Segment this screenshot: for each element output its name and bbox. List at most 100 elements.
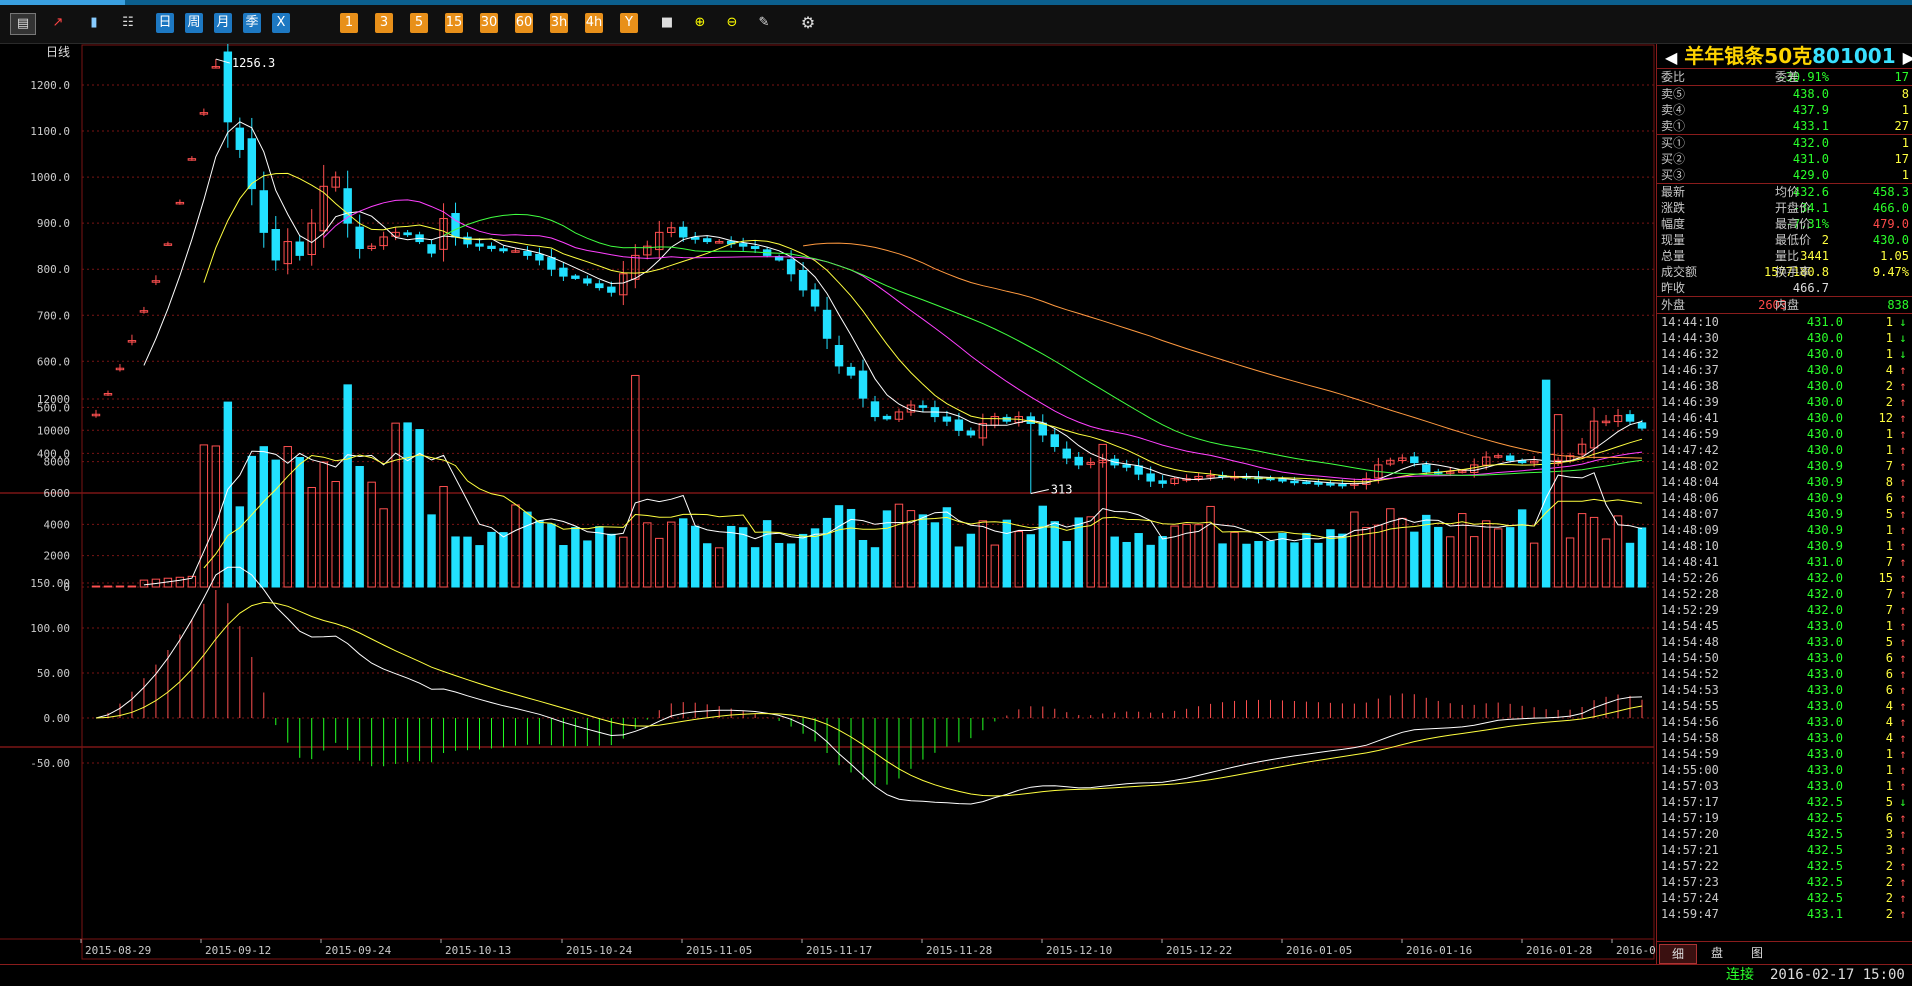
- kline-chart-icon[interactable]: ▤: [10, 13, 36, 35]
- connection-status[interactable]: 连接: [1726, 967, 1754, 984]
- bid-row-price: 431.0: [1792, 152, 1829, 166]
- candle-body: [427, 244, 436, 254]
- volume-bar: [139, 579, 149, 588]
- tick-row-volume: 2: [1885, 379, 1893, 393]
- tick-row: 14:48:09 430.9 1 ↑: [1657, 522, 1912, 538]
- candle-body: [259, 190, 268, 233]
- volume-bar: [834, 505, 844, 588]
- candle-body: [571, 275, 580, 279]
- tick-row-volume: 1: [1885, 315, 1893, 329]
- arrow-up-icon: ↑: [1899, 539, 1907, 553]
- minute-period-button-8[interactable]: Y: [620, 13, 638, 33]
- tick-row: 14:54:50 433.0 6 ↑: [1657, 650, 1912, 666]
- tick-row-time: 14:48:07: [1661, 507, 1719, 521]
- arrow-up-icon: ↑: [1899, 859, 1907, 873]
- volume-bar: [1601, 538, 1611, 588]
- tick-row-volume: 5: [1885, 635, 1893, 649]
- arrow-up-icon: ↑: [1899, 699, 1907, 713]
- volume-tick-label: 4000: [44, 518, 71, 531]
- calendar-icon[interactable]: ☷: [116, 13, 140, 33]
- draw-tool-icon[interactable]: ✎: [752, 13, 776, 33]
- tick-row: 14:48:02 430.9 7 ↑: [1657, 458, 1912, 474]
- tick-row-price: 432.5: [1806, 891, 1843, 905]
- tick-row-price: 430.9: [1806, 475, 1843, 489]
- volume-bar: [307, 487, 316, 588]
- minute-period-button-5[interactable]: 60: [515, 13, 533, 33]
- prev-instrument-icon[interactable]: ◀: [1665, 48, 1677, 67]
- gear-icon[interactable]: ⚙: [796, 13, 820, 33]
- panel-tab-1[interactable]: 盘: [1699, 944, 1735, 962]
- tick-row-volume: 6: [1885, 667, 1893, 681]
- period-button-1[interactable]: 周: [185, 13, 203, 33]
- bid-row-price: 429.0: [1792, 168, 1829, 182]
- volume-bar: [1158, 536, 1167, 588]
- minute-period-button-6[interactable]: 3h: [550, 13, 568, 33]
- instrument-name: 羊年银条50克: [1684, 44, 1813, 68]
- minute-period-button-7[interactable]: 4h: [585, 13, 603, 33]
- line-chart-icon[interactable]: ↗: [46, 13, 70, 33]
- ask-row: 卖① 433.1 27: [1657, 118, 1912, 134]
- ma60-line: [803, 242, 1643, 459]
- kline-chart[interactable]: 日线 1200.0 1100.0 1000.0 900.0 800.0 700.0 600.0…: [0, 44, 1656, 964]
- candle-body: [487, 245, 496, 249]
- volume-bar: [511, 504, 520, 588]
- toolbar: ▤ ↗ ▮ ☷ ■ ⊕ ⊖ ✎ ⚙ 日周月季 X 1 3 5 15 30 60 3h 4h Y: [0, 5, 1912, 44]
- candle-body: [858, 370, 868, 399]
- arrow-up-icon: ↑: [1899, 635, 1907, 649]
- low-label: 313: [1051, 482, 1073, 496]
- tick-row-volume: 15: [1878, 571, 1893, 585]
- tick-row-price: 432.5: [1806, 827, 1843, 841]
- zoom-out-icon[interactable]: ⊖: [720, 13, 744, 33]
- tick-row-volume: 1: [1885, 779, 1893, 793]
- tick-row-time: 14:46:37: [1661, 363, 1719, 377]
- period-button-2[interactable]: 月: [214, 13, 232, 33]
- waipan-row: 外盘 2603 内盘 838: [1657, 296, 1912, 313]
- tick-row: 14:46:41 430.0 12 ↑: [1657, 410, 1912, 426]
- tick-row: 14:54:52 433.0 6 ↑: [1657, 666, 1912, 682]
- volume-bar: [702, 543, 712, 588]
- period-button-3[interactable]: 季: [243, 13, 261, 33]
- tick-row-price: 433.0: [1806, 747, 1843, 761]
- volume-bar: [1446, 536, 1455, 588]
- tick-row: 14:55:00 433.0 1 ↑: [1657, 762, 1912, 778]
- tick-row-volume: 3: [1885, 827, 1893, 841]
- tick-row-price: 433.0: [1806, 619, 1843, 633]
- candle-body: [846, 366, 856, 376]
- arrow-down-icon: ↓: [1899, 347, 1907, 361]
- tick-row-time: 14:57:23: [1661, 875, 1719, 889]
- panel-tab-2[interactable]: 图: [1739, 944, 1775, 962]
- tick-row-time: 14:57:17: [1661, 795, 1719, 809]
- minute-period-button-0[interactable]: 1: [340, 13, 358, 33]
- price-tick-label: 1200.0: [30, 79, 70, 92]
- volume-bar: [403, 422, 412, 588]
- zoom-in-icon[interactable]: ⊕: [688, 13, 712, 33]
- minute-period-button-3[interactable]: 15: [445, 13, 463, 33]
- stat-row: 成交额 1577180.8 换手率 9.47%: [1657, 264, 1912, 280]
- tick-row-time: 14:54:45: [1661, 619, 1719, 633]
- tick-row-price: 430.0: [1806, 331, 1843, 345]
- tick-list[interactable]: 14:44:10 431.0 1 ↓ 14:44:30 430.0 1 ↓ 14:46:32 43…: [1657, 313, 1912, 922]
- chart-area[interactable]: 日线 1200.0 1100.0 1000.0 900.0 800.0 700.0 600.0…: [0, 44, 1656, 964]
- next-instrument-icon[interactable]: ▶: [1903, 48, 1912, 67]
- minute-period-button-4[interactable]: 30: [480, 13, 498, 33]
- ask-row-volume: 8: [1901, 87, 1909, 101]
- arrow-up-icon: ↑: [1899, 619, 1907, 633]
- date-tick-label: 2015-10-13: [445, 944, 511, 957]
- stat-row-label2: 开盘价: [1775, 201, 1812, 215]
- period-button-0[interactable]: 日: [156, 13, 174, 33]
- volume-bar: [714, 547, 724, 588]
- chart-settings-icon[interactable]: ■: [655, 13, 679, 33]
- tick-row-volume: 4: [1885, 731, 1893, 745]
- tick-row: 14:46:39 430.0 2 ↑: [1657, 394, 1912, 410]
- volume-bar: [583, 540, 592, 588]
- candle-body: [247, 138, 257, 190]
- weicha-label: 委差: [1775, 70, 1800, 84]
- candle-style-icon[interactable]: ▮: [82, 13, 106, 33]
- stat-row-label: 最新: [1661, 185, 1686, 199]
- minute-period-button-1[interactable]: 3: [375, 13, 393, 33]
- status-bar: 连接 2016-02-17 15:00: [0, 964, 1912, 986]
- volume-bar: [726, 525, 736, 588]
- minute-period-button-2[interactable]: 5: [410, 13, 428, 33]
- panel-tab-0[interactable]: 细: [1659, 944, 1697, 964]
- period-button-4[interactable]: X: [272, 13, 290, 33]
